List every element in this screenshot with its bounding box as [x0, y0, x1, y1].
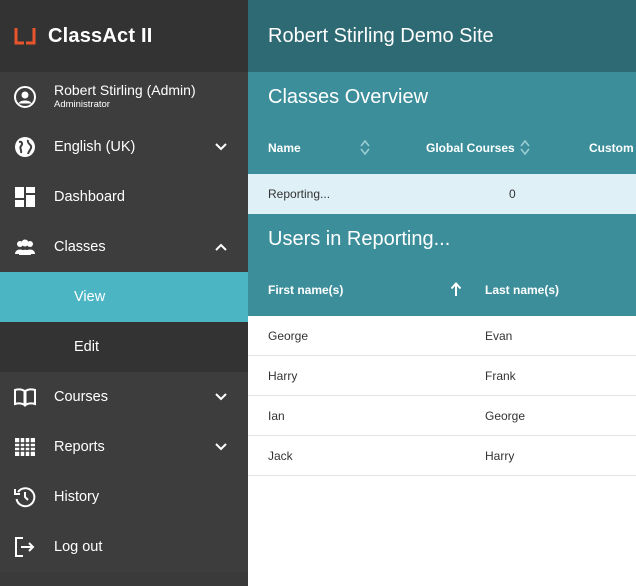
brand-header: ClassAct II — [0, 0, 248, 72]
sort-icon[interactable] — [520, 139, 530, 155]
user-circle-icon — [14, 86, 36, 108]
sidebar-item-classes[interactable]: Classes — [0, 222, 248, 272]
section-heading: Classes Overview — [268, 85, 429, 108]
sidebar-subitem-edit[interactable]: Edit — [0, 322, 248, 372]
sidebar-item-label: History — [54, 489, 100, 505]
sidebar-item-label: Log out — [54, 539, 103, 555]
main-content: Robert Stirling Demo Site Classes Overvi… — [248, 0, 636, 586]
classes-table-header: Name Global Courses Custom — [248, 122, 636, 174]
sidebar-item-logout[interactable]: Log out — [0, 522, 248, 572]
book-icon — [14, 386, 36, 408]
cell-global-courses: 0 — [509, 187, 516, 201]
sidebar-item-label: English (UK) — [54, 139, 136, 155]
site-header: Robert Stirling Demo Site — [248, 0, 636, 72]
chevron-down-icon — [215, 393, 227, 401]
table-row[interactable]: Reporting... 0 — [248, 174, 636, 214]
sidebar-item-dashboard[interactable]: Dashboard — [0, 172, 248, 222]
user-role: Administrator — [54, 99, 110, 111]
users-group-icon — [14, 236, 36, 258]
sidebar-item-reports[interactable]: Reports — [0, 422, 248, 472]
sidebar-item-courses[interactable]: Courses — [0, 372, 248, 422]
column-header-first-name[interactable]: First name(s) — [268, 283, 343, 297]
sidebar-item-language[interactable]: English (UK) — [0, 122, 248, 172]
sidebar-nav: Robert Stirling (Admin) Administrator En… — [0, 72, 248, 572]
table-row[interactable]: Jack Harry — [248, 436, 636, 476]
sidebar-item-user[interactable]: Robert Stirling (Admin) Administrator — [0, 72, 248, 122]
sidebar: ClassAct II Robert Stirling (Admin) Admi… — [0, 0, 248, 586]
logout-icon — [14, 536, 36, 558]
sidebar-subitem-view[interactable]: View — [0, 272, 248, 322]
sidebar-item-label: View — [74, 289, 106, 305]
users-table-header: First name(s) Last name(s) — [248, 264, 636, 316]
cell-first-name: Ian — [268, 409, 285, 423]
chevron-down-icon — [215, 443, 227, 451]
chevron-up-icon — [215, 243, 227, 251]
classes-overview-title: Classes Overview — [248, 72, 636, 122]
arrow-up-icon[interactable] — [450, 281, 462, 297]
table-row[interactable]: George Evan — [248, 316, 636, 356]
column-header-custom[interactable]: Custom — [589, 141, 634, 155]
cell-last-name: Harry — [485, 449, 515, 463]
cell-first-name: Jack — [268, 449, 293, 463]
globe-icon — [14, 136, 36, 158]
cell-last-name: George — [485, 409, 526, 423]
sidebar-item-history[interactable]: History — [0, 472, 248, 522]
column-header-name[interactable]: Name — [268, 141, 301, 155]
users-section-title: Users in Reporting... — [248, 214, 636, 264]
sidebar-item-label: Classes — [54, 239, 106, 255]
classact-logo-icon — [14, 28, 36, 45]
chevron-down-icon — [215, 143, 227, 151]
table-grid-icon — [14, 436, 36, 458]
column-header-global-courses[interactable]: Global Courses — [426, 141, 515, 155]
column-header-last-name[interactable]: Last name(s) — [485, 283, 559, 297]
cell-last-name: Frank — [485, 369, 516, 383]
section-heading: Users in Reporting... — [268, 227, 451, 250]
dashboard-icon — [14, 186, 36, 208]
table-row[interactable]: Ian George — [248, 396, 636, 436]
page-title: Robert Stirling Demo Site — [268, 24, 494, 47]
user-name: Robert Stirling (Admin) — [54, 82, 196, 99]
sidebar-item-label: Dashboard — [54, 189, 125, 205]
app-title: ClassAct II — [48, 24, 153, 47]
sidebar-item-label: Courses — [54, 389, 108, 405]
history-icon — [14, 486, 36, 508]
table-row[interactable]: Harry Frank — [248, 356, 636, 396]
users-table-body: George Evan Harry Frank Ian George Jack … — [248, 316, 636, 476]
cell-first-name: Harry — [268, 369, 298, 383]
cell-first-name: George — [268, 329, 309, 343]
sort-icon[interactable] — [360, 139, 370, 155]
cell-name: Reporting... — [268, 187, 331, 201]
sidebar-item-label: Reports — [54, 439, 105, 455]
cell-last-name: Evan — [485, 329, 513, 343]
sidebar-item-label: Edit — [74, 339, 99, 355]
